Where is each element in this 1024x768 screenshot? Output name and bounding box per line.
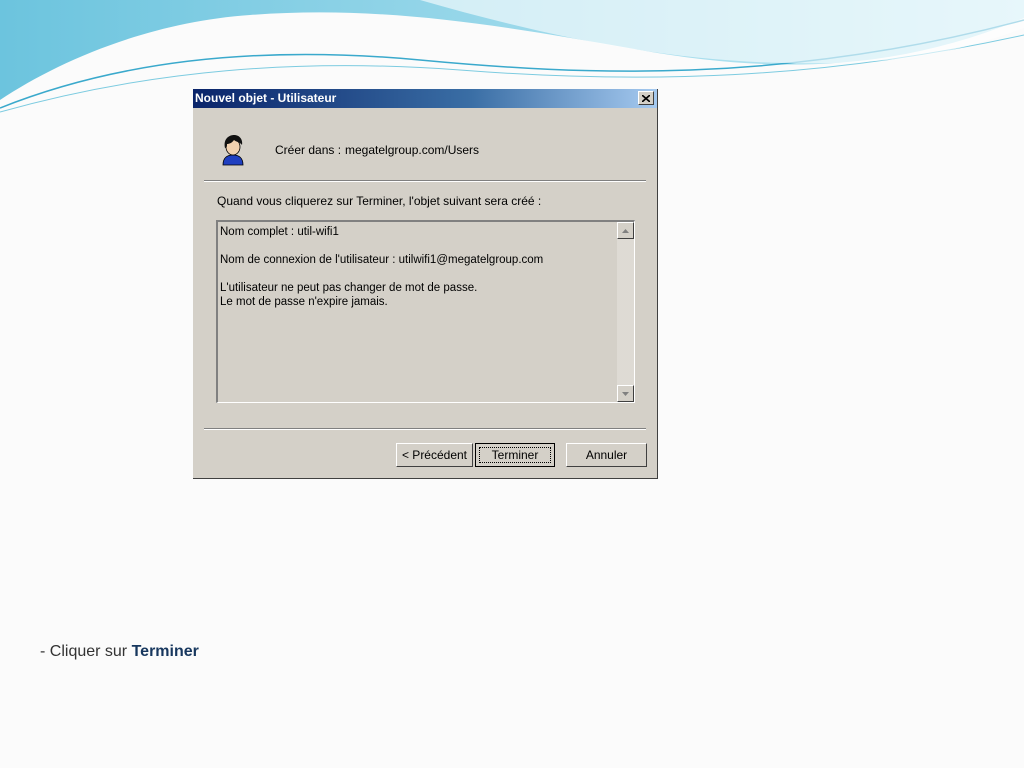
arrow-up-icon [622, 228, 629, 233]
summary-line [220, 267, 543, 281]
focus-rect [479, 447, 551, 463]
user-icon [222, 135, 244, 166]
summary-line: Nom de connexion de l'utilisateur : util… [220, 254, 544, 266]
caption-prefix: - Cliquer sur [40, 643, 128, 660]
close-icon [642, 94, 650, 102]
scroll-up-button[interactable] [617, 222, 634, 239]
divider [204, 428, 646, 430]
new-user-dialog: Nouvel objet - Utilisateur Créer dans : … [193, 89, 658, 479]
create-in-path: megatelgroup.com/Users [345, 143, 480, 157]
summary-line: Nom complet : util-wifi1 [220, 226, 339, 238]
arrow-down-icon [622, 391, 629, 396]
vertical-scrollbar[interactable] [617, 222, 634, 402]
intro-text: Quand vous cliquerez sur Terminer, l'obj… [217, 194, 542, 208]
summary-textbox[interactable]: Nom complet : util-wifi1 Nom de connexio… [216, 220, 635, 403]
scroll-down-button[interactable] [617, 385, 634, 402]
caption-bold: Terminer [131, 643, 199, 660]
dialog-titlebar[interactable]: Nouvel objet - Utilisateur [193, 89, 657, 108]
summary-line [220, 239, 543, 253]
previous-button[interactable]: < Précédent [396, 443, 473, 467]
summary-line: Le mot de passe n'expire jamais. [220, 296, 388, 308]
create-in-label: Créer dans : [275, 143, 342, 157]
instruction-caption: - Cliquer sur Terminer [40, 643, 199, 661]
finish-button[interactable]: Terminer [475, 443, 555, 467]
dialog-title: Nouvel objet - Utilisateur [195, 91, 337, 105]
summary-text: Nom complet : util-wifi1 Nom de connexio… [220, 225, 543, 309]
close-button[interactable] [638, 91, 654, 105]
cancel-button[interactable]: Annuler [566, 443, 647, 467]
divider [204, 180, 646, 182]
summary-line: L'utilisateur ne peut pas changer de mot… [220, 282, 478, 294]
